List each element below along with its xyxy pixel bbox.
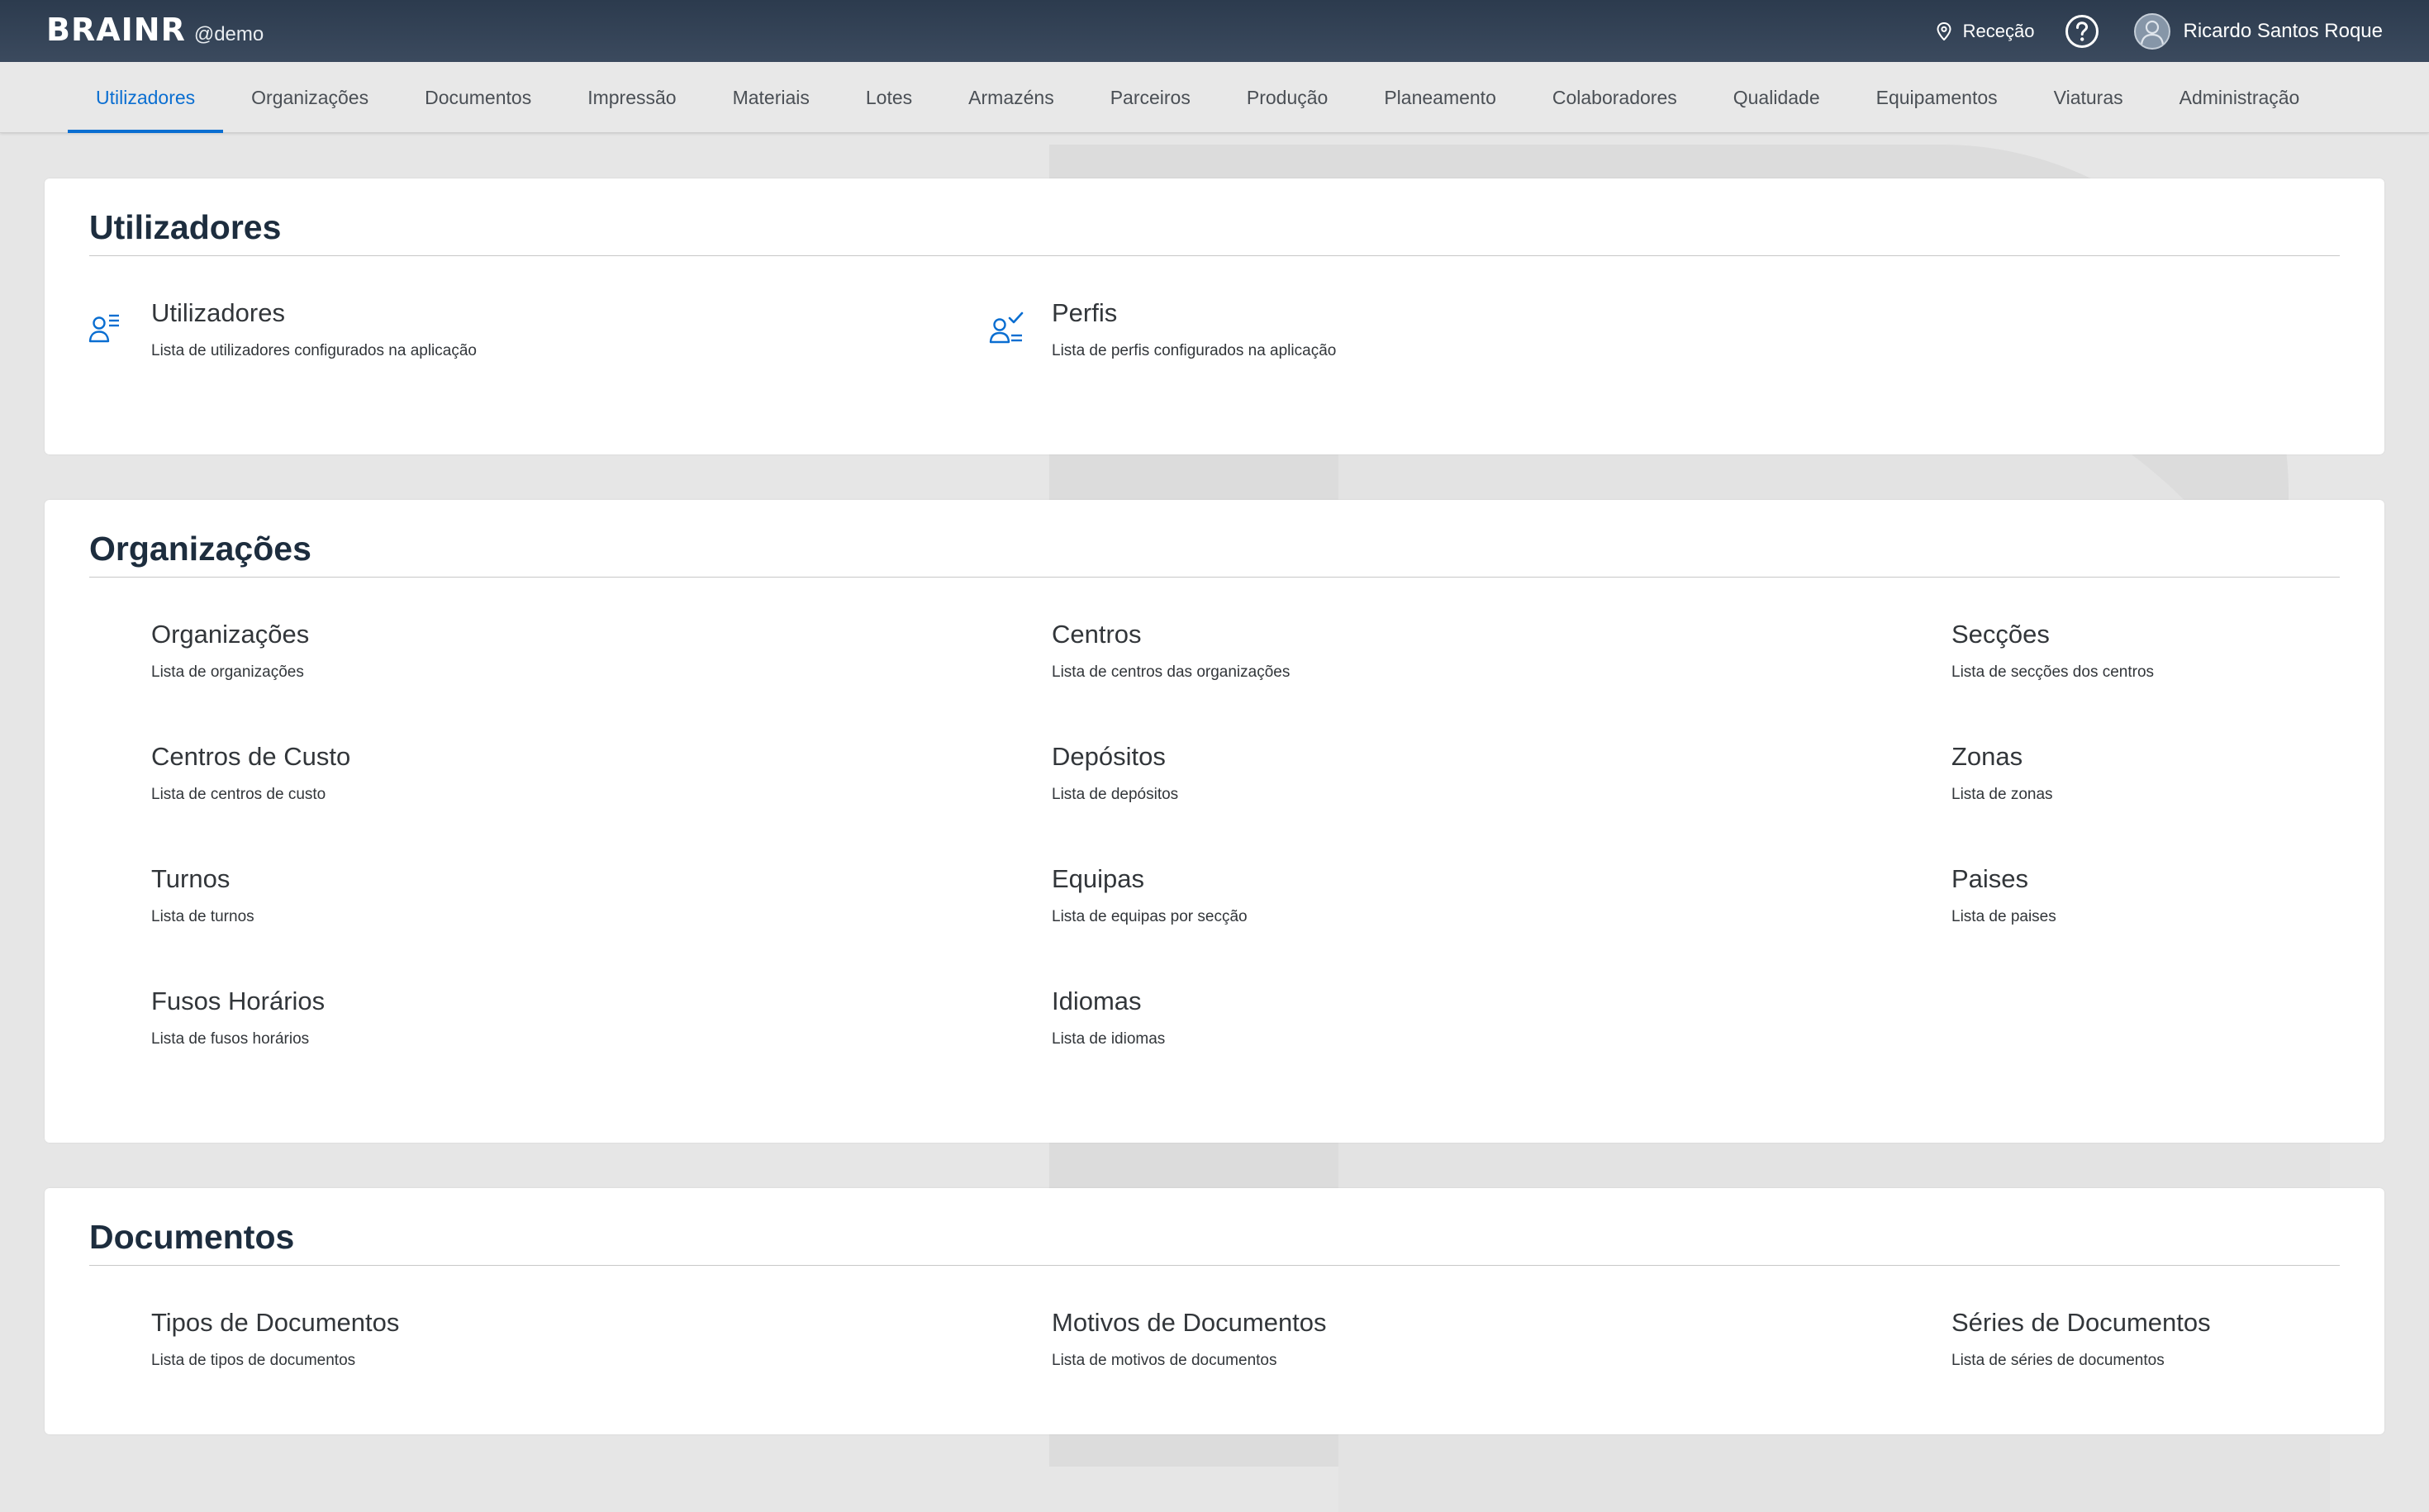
tile-title: Secções [1951, 620, 2050, 649]
tab-utilizadores[interactable]: Utilizadores [68, 62, 224, 133]
tile-description: Lista de zonas [1951, 786, 2053, 803]
tile-equipas[interactable]: Equipas Lista de equipas por secção [1052, 863, 1795, 926]
tile-title: Fusos Horários [151, 987, 326, 1015]
section-divider [89, 577, 2340, 578]
tile-description: Lista de centros das organizações [1052, 663, 1291, 681]
tab-colaboradores[interactable]: Colaboradores [1524, 62, 1705, 133]
tab-bar: Utilizadores Organizações Documentos Imp… [0, 62, 2429, 133]
tile-title: Utilizadores [151, 298, 285, 327]
section-utilizadores: Utilizadores Utilizadores Lista de utili… [45, 178, 2384, 454]
tile-description: Lista de motivos de documentos [1052, 1352, 1277, 1369]
tile-tipos-de-documentos[interactable]: Tipos de Documentos Lista de tipos de do… [151, 1307, 895, 1370]
tile-title: Idiomas [1052, 987, 1142, 1015]
tab-impressao[interactable]: Impressão [559, 62, 704, 133]
user-check-icon [988, 311, 1024, 349]
tile-description: Lista de secções dos centros [1951, 663, 2155, 681]
tile-centros[interactable]: Centros Lista de centros das organizaçõe… [1052, 619, 1795, 682]
section-divider [89, 1265, 2340, 1266]
tile-organizacoes[interactable]: Organizações Lista de organizações [151, 619, 895, 682]
tile-description: Lista de organizações [151, 663, 304, 681]
tab-equipamentos[interactable]: Equipamentos [1848, 62, 2026, 133]
user-avatar-icon [2140, 20, 2164, 45]
tile-description: Lista de centros de custo [151, 786, 326, 803]
tile-description: Lista de idiomas [1052, 1030, 1166, 1048]
tile-title: Zonas [1951, 742, 2023, 771]
brand-logo: BRAINR [46, 12, 186, 48]
location-pin-icon [1937, 21, 1951, 40]
help-icon [2065, 14, 2099, 48]
section-organizacoes: Organizações Organizações Lista de organ… [45, 500, 2384, 1143]
tile-title: Equipas [1052, 864, 1145, 893]
tab-viaturas[interactable]: Viaturas [2026, 62, 2151, 133]
tile-zonas[interactable]: Zonas Lista de zonas [1951, 741, 2348, 804]
tab-parceiros[interactable]: Parceiros [1082, 62, 1219, 133]
tile-perfis[interactable]: Perfis Lista de perfis configurados na a… [1052, 297, 1795, 360]
tile-description: Lista de utilizadores configurados na ap… [151, 342, 477, 359]
tile-fusos-horarios[interactable]: Fusos Horários Lista de fusos horários [151, 986, 895, 1048]
tile-description: Lista de depósitos [1052, 786, 1179, 803]
tab-armazens[interactable]: Armazéns [940, 62, 1082, 133]
location-label: Receção [1962, 20, 2035, 41]
tile-description: Lista de tipos de documentos [151, 1352, 356, 1369]
tile-title: Perfis [1052, 298, 1118, 327]
tile-description: Lista de séries de documentos [1951, 1352, 2165, 1369]
tile-title: Depósitos [1052, 742, 1166, 771]
section-title: Organizações [89, 530, 311, 568]
tile-title: Centros de Custo [151, 742, 351, 771]
tile-turnos[interactable]: Turnos Lista de turnos [151, 863, 895, 926]
user-menu[interactable]: Ricardo Santos Roque [2133, 12, 2383, 50]
section-title: Utilizadores [89, 208, 282, 246]
tile-description: Lista de equipas por secção [1052, 908, 1248, 925]
tile-seccoes[interactable]: Secções Lista de secções dos centros [1951, 619, 2348, 682]
tile-description: Lista de paises [1951, 908, 2056, 925]
tile-paises[interactable]: Paises Lista de paises [1951, 863, 2348, 926]
tile-description: Lista de turnos [151, 908, 254, 925]
tile-title: Turnos [151, 864, 231, 893]
tile-title: Centros [1052, 620, 1142, 649]
tenant-label: @demo [193, 23, 264, 45]
location-selector[interactable]: Receção [1937, 21, 2035, 42]
brand[interactable]: BRAINR @demo [46, 12, 264, 50]
tile-series-de-documentos[interactable]: Séries de Documentos Lista de séries de … [1951, 1307, 2348, 1370]
help-button[interactable] [2065, 14, 2099, 49]
tile-title: Motivos de Documentos [1052, 1308, 1327, 1337]
section-documentos: Documentos Tipos de Documentos Lista de … [45, 1188, 2384, 1434]
tab-administracao[interactable]: Administração [2151, 62, 2328, 133]
tile-motivos-de-documentos[interactable]: Motivos de Documentos Lista de motivos d… [1052, 1307, 1795, 1370]
shell-bar: BRAINR @demo Receção Ricardo Santos Roqu… [0, 0, 2429, 62]
section-divider [89, 255, 2340, 256]
tab-organizacoes[interactable]: Organizações [223, 62, 397, 133]
tab-qualidade[interactable]: Qualidade [1705, 62, 1848, 133]
tab-materiais[interactable]: Materiais [705, 62, 838, 133]
tile-title: Séries de Documentos [1951, 1308, 2211, 1337]
avatar [2133, 12, 2170, 50]
section-title: Documentos [89, 1218, 295, 1256]
tab-lotes[interactable]: Lotes [838, 62, 940, 133]
tab-producao[interactable]: Produção [1219, 62, 1356, 133]
tile-description: Lista de fusos horários [151, 1030, 310, 1048]
tile-title: Tipos de Documentos [151, 1308, 400, 1337]
tile-description: Lista de perfis configurados na aplicaçã… [1052, 342, 1337, 359]
user-list-icon [88, 311, 122, 349]
tile-idiomas[interactable]: Idiomas Lista de idiomas [1052, 986, 1795, 1048]
tile-centros-de-custo[interactable]: Centros de Custo Lista de centros de cus… [151, 741, 895, 804]
tab-documentos[interactable]: Documentos [397, 62, 559, 133]
tile-title: Paises [1951, 864, 2029, 893]
user-name: Ricardo Santos Roque [2183, 19, 2383, 42]
tile-utilizadores[interactable]: Utilizadores Lista de utilizadores confi… [151, 297, 895, 360]
tile-depositos[interactable]: Depósitos Lista de depósitos [1052, 741, 1795, 804]
tile-title: Organizações [151, 620, 310, 649]
tab-planeamento[interactable]: Planeamento [1356, 62, 1524, 133]
